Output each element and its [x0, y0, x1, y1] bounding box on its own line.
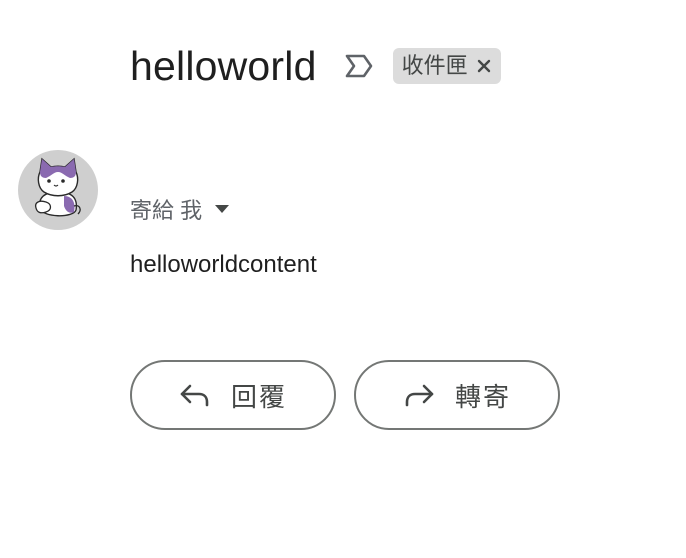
email-body: helloworldcontent [130, 251, 317, 278]
email-subject: helloworld [130, 43, 317, 89]
label-chip-inbox: 收件匣 [392, 48, 501, 84]
reply-label: 回覆 [230, 381, 287, 412]
subject-row: helloworld 收件匣 [130, 38, 501, 94]
close-icon[interactable] [477, 59, 491, 73]
forward-label: 轉寄 [454, 381, 511, 412]
recipient-details-toggle[interactable]: 寄給 我 [130, 194, 230, 224]
reply-arrow-icon [179, 381, 211, 409]
label-chip-text: 收件匣 [401, 53, 468, 78]
importance-marker-icon[interactable] [343, 52, 375, 80]
cat-avatar-icon [34, 157, 81, 217]
recipient-text: 寄給 我 [130, 198, 203, 223]
caret-down-icon [215, 205, 230, 213]
sender-avatar[interactable] [18, 150, 98, 230]
email-view: helloworld 收件匣 寄給 我 helloworldcontent 回覆… [0, 0, 686, 558]
forward-button[interactable]: 轉寄 [354, 360, 560, 430]
reply-button[interactable]: 回覆 [130, 360, 336, 430]
forward-arrow-icon [403, 381, 435, 409]
